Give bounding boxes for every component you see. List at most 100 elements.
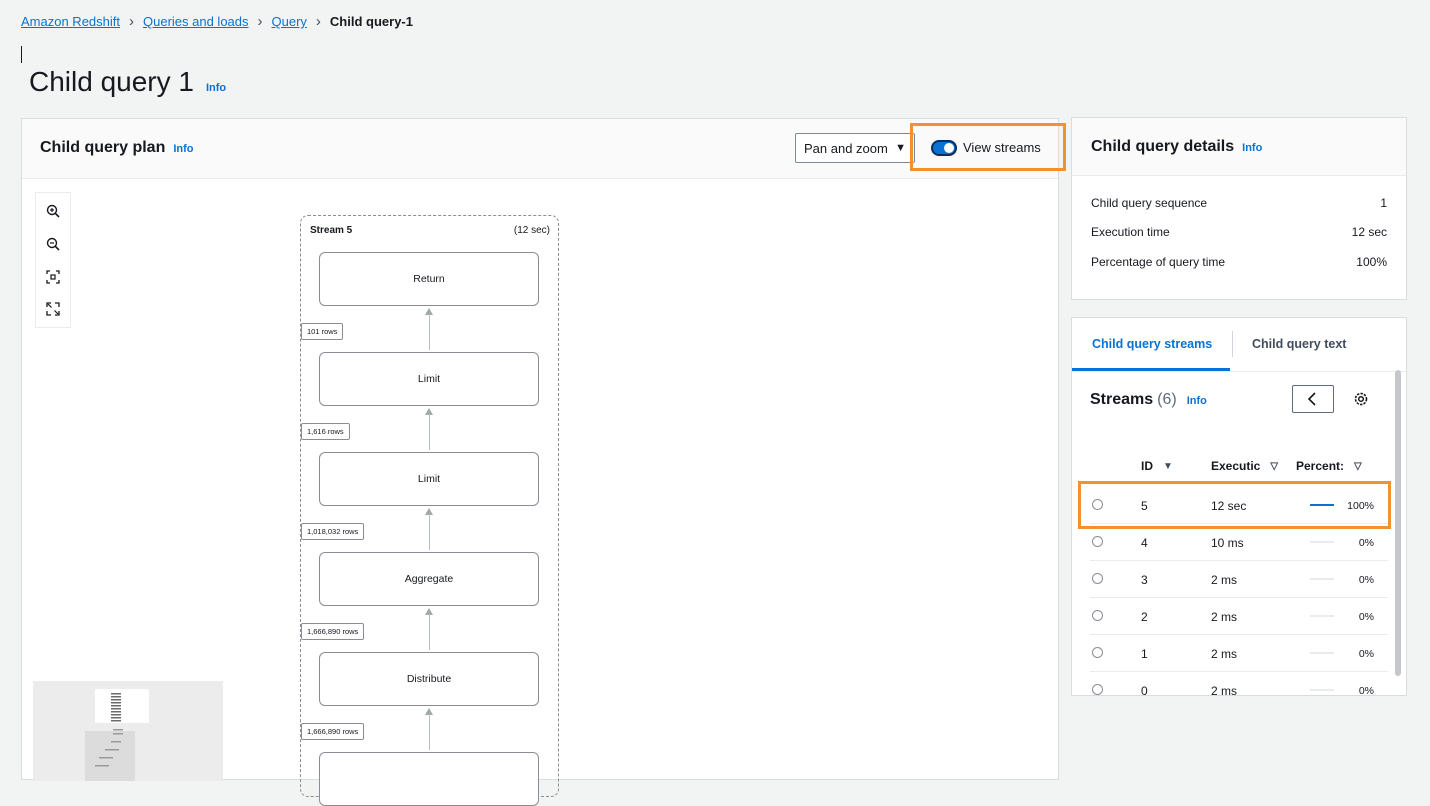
- table-row[interactable]: 4 10 ms 0%: [1072, 525, 1390, 561]
- breadcrumb-current: Child query-1: [329, 14, 413, 29]
- minimap-preview: [85, 689, 149, 781]
- tab-child-query-text[interactable]: Child query text: [1252, 337, 1346, 351]
- breadcrumb-query[interactable]: Query: [272, 14, 307, 29]
- edge-line: [429, 614, 430, 650]
- edge-line: [429, 414, 430, 450]
- zoom-toolbar: [35, 192, 71, 328]
- edge-line: [429, 714, 430, 750]
- stream-name: Stream 5: [310, 225, 353, 236]
- row-select-radio[interactable]: [1092, 573, 1103, 584]
- streams-heading: Streams (6) Info: [1090, 391, 1207, 409]
- sort-icon: ▽: [1354, 460, 1362, 472]
- table-row[interactable]: 0 2 ms 0%: [1072, 673, 1390, 696]
- plan-node[interactable]: Limit: [319, 452, 539, 506]
- streams-info-link[interactable]: Info: [1187, 395, 1207, 407]
- details-header: Child query details Info: [1072, 118, 1406, 176]
- stream-id: 2: [1141, 610, 1148, 624]
- table-row[interactable]: 1 2 ms 0%: [1072, 636, 1390, 672]
- table-row[interactable]: 3 2 ms 0%: [1072, 562, 1390, 598]
- tab-child-query-streams[interactable]: Child query streams: [1092, 337, 1212, 351]
- previous-page-button[interactable]: [1292, 385, 1334, 413]
- row-select-radio[interactable]: [1092, 536, 1103, 547]
- plan-node-partial[interactable]: [319, 752, 539, 806]
- plan-info-link[interactable]: Info: [173, 143, 193, 155]
- detail-value: 12 sec: [1351, 225, 1387, 239]
- percent-bar: [1310, 578, 1334, 580]
- column-header-percent-label: Percent:: [1296, 459, 1345, 473]
- row-select-radio[interactable]: [1092, 647, 1103, 658]
- fit-to-screen-icon[interactable]: [45, 269, 61, 285]
- edge-line: [429, 514, 430, 550]
- settings-gear-icon[interactable]: [1352, 390, 1370, 408]
- tabs-divider: [1072, 371, 1406, 372]
- details-info-link[interactable]: Info: [1242, 142, 1262, 154]
- column-header-id[interactable]: ID ▼: [1141, 459, 1173, 473]
- pan-zoom-select-value: Pan and zoom: [804, 140, 888, 156]
- sort-icon: ▽: [1270, 460, 1279, 472]
- stream-execution-time: 2 ms: [1211, 573, 1238, 587]
- breadcrumb-separator-icon: ›: [315, 13, 321, 30]
- row-divider: [1090, 597, 1388, 598]
- percent-bar: [1310, 615, 1334, 617]
- row-highlight: [1078, 481, 1391, 529]
- column-header-id-label: ID: [1141, 459, 1153, 473]
- plan-header: Child query plan Info Pan and zoom ▼ Vie…: [22, 119, 1066, 179]
- stream-percent: 0%: [1358, 574, 1374, 586]
- edge-row-count: 1,616 rows: [301, 423, 350, 440]
- stream-percent: 0%: [1358, 611, 1374, 623]
- stream-id: 1: [1141, 647, 1148, 661]
- stream-execution-time: 2 ms: [1211, 684, 1238, 696]
- streams-count: (6): [1157, 391, 1177, 408]
- view-streams-toggle[interactable]: [931, 140, 957, 156]
- detail-value: 100%: [1356, 255, 1387, 269]
- stream-id: 0: [1141, 684, 1148, 696]
- child-query-details-panel: Child query details Info Child query seq…: [1071, 117, 1407, 300]
- plan-title-text: Child query plan: [40, 139, 166, 156]
- stream-id: 4: [1141, 536, 1148, 550]
- detail-label: Child query sequence: [1091, 196, 1208, 210]
- text-cursor: [21, 46, 22, 63]
- plan-node[interactable]: Limit: [319, 352, 539, 406]
- streams-panel: Child query streams Child query text Str…: [1071, 317, 1407, 696]
- edge-line: [429, 314, 430, 350]
- stream-execution-time: 10 ms: [1211, 536, 1244, 550]
- percent-bar: [1310, 652, 1334, 654]
- page-info-link[interactable]: Info: [206, 82, 226, 94]
- row-divider: [1090, 560, 1388, 561]
- detail-row-percentage: Percentage of query time 100%: [1091, 255, 1387, 269]
- percent-bar: [1310, 541, 1334, 543]
- table-row[interactable]: 2 2 ms 0%: [1072, 599, 1390, 635]
- edge-row-count: 1,666,890 rows: [301, 723, 365, 740]
- stream-percent: 0%: [1358, 537, 1374, 549]
- plan-node[interactable]: Aggregate: [319, 552, 539, 606]
- minimap[interactable]: [33, 681, 223, 781]
- plan-node[interactable]: Distribute: [319, 652, 539, 706]
- zoom-in-icon[interactable]: [45, 203, 61, 219]
- zoom-out-icon[interactable]: [45, 236, 61, 252]
- column-header-execution[interactable]: Executic ▽: [1211, 459, 1278, 473]
- breadcrumb-queries-and-loads[interactable]: Queries and loads: [143, 14, 249, 29]
- row-divider: [1090, 634, 1388, 635]
- streams-heading-text: Streams: [1090, 391, 1154, 408]
- page-title: Child query 1 Info: [29, 66, 226, 98]
- detail-value: 1: [1380, 196, 1387, 210]
- plan-node[interactable]: Return: [319, 252, 539, 306]
- breadcrumb: Amazon Redshift › Queries and loads › Qu…: [21, 13, 413, 30]
- breadcrumb-separator-icon: ›: [129, 13, 134, 30]
- row-select-radio[interactable]: [1092, 610, 1103, 621]
- page-title-text: Child query 1: [29, 66, 194, 97]
- edge-row-count: 101 rows: [301, 323, 344, 340]
- edge-row-count: 1,666,890 rows: [301, 623, 365, 640]
- row-select-radio[interactable]: [1092, 684, 1103, 695]
- stream-execution-time: 2 ms: [1211, 610, 1238, 624]
- pan-zoom-select[interactable]: Pan and zoom ▼: [795, 133, 915, 163]
- breadcrumb-amazon-redshift[interactable]: Amazon Redshift: [21, 14, 120, 29]
- detail-row-execution-time: Execution time 12 sec: [1091, 225, 1387, 239]
- expand-icon[interactable]: [45, 301, 61, 317]
- column-header-percent[interactable]: Percent: ▽: [1296, 459, 1362, 473]
- scrollbar[interactable]: [1395, 370, 1401, 676]
- stream-id: 3: [1141, 573, 1148, 587]
- caret-down-icon: ▼: [895, 142, 906, 154]
- details-title: Child query details Info: [1091, 138, 1262, 156]
- detail-row-sequence: Child query sequence 1: [1091, 196, 1387, 210]
